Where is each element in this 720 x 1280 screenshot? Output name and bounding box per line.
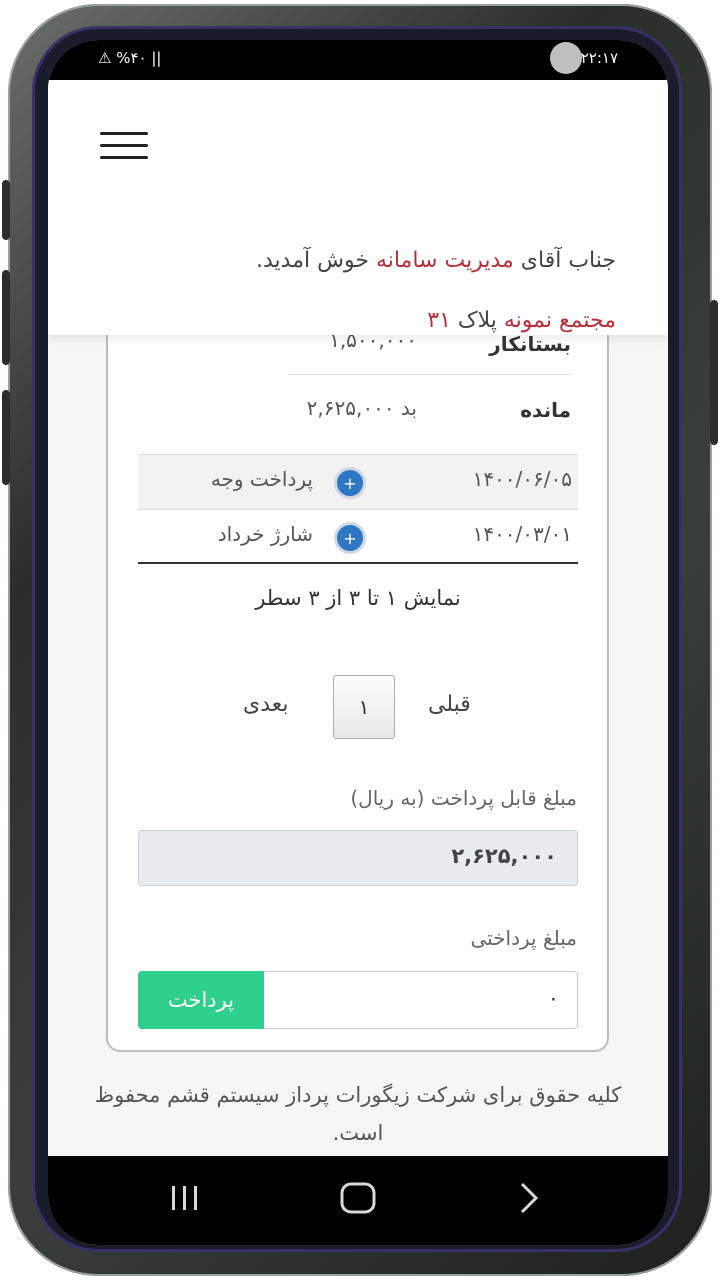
front-camera bbox=[550, 42, 582, 74]
phone-power-button bbox=[710, 300, 718, 445]
android-nav-bar bbox=[48, 1156, 668, 1245]
table-row: ۱۴۰۰/۰۶/۰۵ + پرداخت وجه bbox=[138, 454, 578, 509]
complex-plak-number: ۳۱ bbox=[427, 308, 451, 333]
welcome-user-name: مدیریت سامانه bbox=[375, 248, 514, 273]
transaction-date: ۱۴۰۰/۰۳/۰۱ bbox=[472, 522, 572, 546]
expand-plus-icon[interactable]: + bbox=[334, 467, 366, 499]
payable-amount-value: ۲,۶۲۵,۰۰۰ bbox=[451, 844, 557, 868]
welcome-prefix: جناب آقای bbox=[513, 248, 616, 273]
payment-input-group: ۰ پرداخت bbox=[138, 971, 578, 1029]
pagination-info: نمایش ۱ تا ۳ از ۳ سطر bbox=[255, 586, 461, 610]
recent-apps-icon[interactable] bbox=[168, 1180, 202, 1216]
phone-volume-up-button bbox=[2, 270, 10, 365]
balance-value-wrap: بد ۲,۶۲۵,۰۰۰ bbox=[307, 396, 417, 420]
status-bar: ⚠ %۴۰ || ۲۲:۱۷ bbox=[48, 40, 668, 80]
payment-amount-input[interactable]: ۰ bbox=[548, 986, 559, 1010]
transaction-description: شارژ خرداد bbox=[217, 522, 313, 546]
app-header: جناب آقای مدیریت سامانه خوش آمدید. مجتمع… bbox=[48, 80, 668, 335]
expand-plus-icon[interactable]: + bbox=[334, 522, 366, 554]
payable-amount-label: مبلغ قابل پرداخت (به ریال) bbox=[350, 786, 577, 810]
balance-value: بد ۲,۶۲۵,۰۰۰ bbox=[306, 396, 417, 420]
welcome-suffix: خوش آمدید. bbox=[256, 248, 376, 273]
home-icon[interactable] bbox=[338, 1180, 378, 1216]
copyright-footer: کلیه حقوق برای شرکت زیگورات پرداز سیستم … bbox=[94, 1083, 622, 1145]
welcome-message: جناب آقای مدیریت سامانه خوش آمدید. bbox=[256, 248, 616, 273]
complex-name: مجتمع نمونه bbox=[503, 308, 616, 333]
transaction-description: پرداخت وجه bbox=[210, 467, 313, 491]
payment-amount-label: مبلغ پرداختی bbox=[470, 926, 577, 950]
summary-divider bbox=[288, 374, 573, 375]
pay-button[interactable]: پرداخت bbox=[138, 971, 264, 1029]
complex-plak-label: پلاک bbox=[450, 308, 504, 333]
transaction-date: ۱۴۰۰/۰۶/۰۵ bbox=[472, 467, 572, 491]
summary-row-balance: مانده bbox=[520, 398, 571, 422]
phone-screen: ⚠ %۴۰ || ۲۲:۱۷ جناب آقای مدیریت سامانه خ… bbox=[48, 40, 668, 1245]
current-page-button[interactable]: ۱ bbox=[333, 675, 395, 739]
hamburger-menu-icon[interactable] bbox=[100, 132, 148, 160]
balance-label: مانده bbox=[520, 398, 571, 422]
notch bbox=[178, 40, 582, 78]
phone-volume-down-button bbox=[2, 390, 10, 485]
creditor-label: بستانکار bbox=[489, 332, 571, 356]
next-page-button[interactable]: بعدی bbox=[243, 692, 289, 717]
back-chevron-icon[interactable] bbox=[514, 1180, 544, 1216]
table-row: ۱۴۰۰/۰۳/۰۱ + شارژ خرداد bbox=[138, 509, 578, 564]
status-battery-signal: ⚠ %۴۰ || bbox=[98, 49, 162, 67]
summary-row-creditor: بستانکار bbox=[489, 332, 571, 356]
phone-side-button bbox=[2, 180, 10, 240]
complex-title: مجتمع نمونه پلاک ۳۱ bbox=[427, 308, 616, 333]
payable-amount-field: ۲,۶۲۵,۰۰۰ bbox=[138, 830, 578, 886]
prev-page-button[interactable]: قبلی bbox=[428, 692, 471, 717]
account-card: بستانکار ۱,۵۰۰,۰۰۰ مانده بد ۲,۶۲۵,۰۰۰ ۱۴… bbox=[106, 290, 609, 1052]
status-time: ۲۲:۱۷ bbox=[580, 49, 618, 67]
